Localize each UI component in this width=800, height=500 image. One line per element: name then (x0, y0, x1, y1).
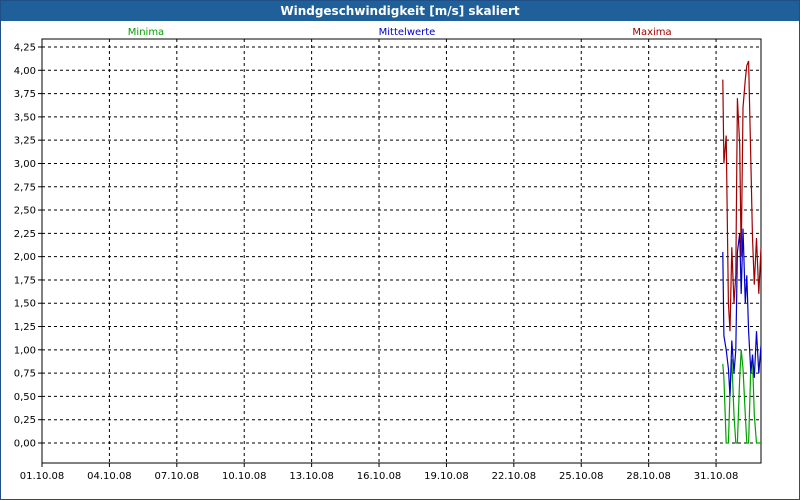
y-tick-label: 3,25 (14, 136, 36, 147)
y-tick-label: 3,00 (14, 159, 36, 170)
wind-speed-chart: 0,00 0,25 0,50 0,75 1,00 1,25 1,50 1,75 2,00 2,25… (14, 27, 762, 482)
x-tick-label: 13.10.08 (289, 471, 334, 482)
legend-entry-mittelwerte: Mittelwerte (379, 27, 436, 38)
y-tick-label: 0,75 (14, 369, 36, 380)
x-tick-label: 10.10.08 (222, 471, 267, 482)
y-tick-label: 1,75 (14, 275, 36, 286)
x-tick-label: 19.10.08 (424, 471, 469, 482)
plot-area (41, 38, 762, 464)
x-tick-label: 07.10.08 (155, 471, 200, 482)
y-tick-label: 0,25 (14, 415, 36, 426)
y-tick-label: 0,00 (14, 439, 36, 450)
legend-entry-maxima: Maxima (632, 27, 671, 38)
y-tick-label: 4,25 (14, 43, 36, 54)
legend-entry-minima: Minima (128, 27, 164, 38)
x-tick-label: 31.10.08 (694, 471, 739, 482)
y-tick-label: 3,75 (14, 89, 36, 100)
x-tick-label: 28.10.08 (626, 471, 671, 482)
y-tick-label: 4,00 (14, 66, 36, 77)
y-tick-label: 1,00 (14, 345, 36, 356)
x-tick-label: 22.10.08 (492, 471, 537, 482)
x-tick-label: 25.10.08 (559, 471, 604, 482)
x-tick-label: 04.10.08 (87, 471, 132, 482)
y-tick-label: 2,00 (14, 252, 36, 263)
chart-window: Windgeschwindigkeit [m/s] skaliert 0,00 0… (0, 0, 800, 500)
y-tick-label: 1,25 (14, 322, 36, 333)
y-tick-label: 2,50 (14, 206, 36, 217)
y-tick-label: 2,75 (14, 182, 36, 193)
y-tick-label: 0,50 (14, 392, 36, 403)
x-tick-label: 16.10.08 (357, 471, 402, 482)
y-tick-label: 1,50 (14, 299, 36, 310)
window-title: Windgeschwindigkeit [m/s] skaliert (1, 1, 799, 21)
x-tick-label: 01.10.08 (20, 471, 65, 482)
y-tick-label: 2,25 (14, 229, 36, 240)
y-tick-label: 3,50 (14, 112, 36, 123)
